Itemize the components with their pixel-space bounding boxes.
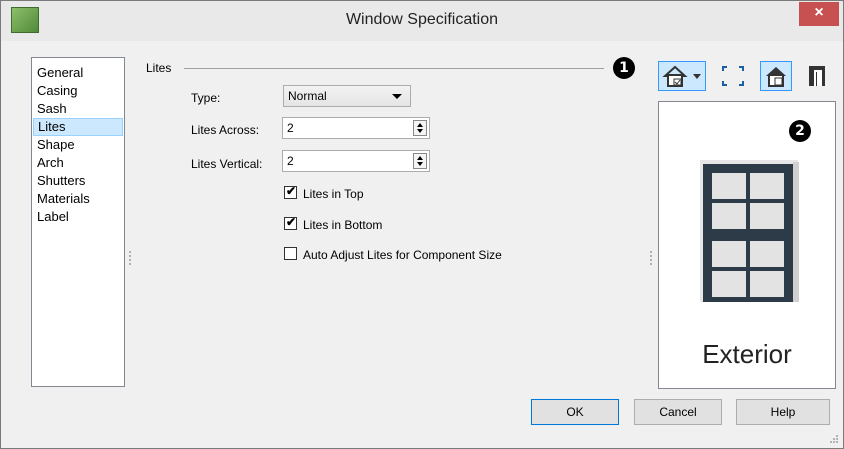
check-icon: ✔ [286,215,297,229]
splitter-handle-left[interactable] [129,251,133,265]
wall-opening-button[interactable] [802,61,834,91]
lites-group-label: Lites [146,61,172,75]
spin-up-icon [417,123,423,127]
lites-in-top-checkbox[interactable]: ✔ [284,184,297,199]
spin-down-icon [417,162,423,166]
lites-across-spinner[interactable] [413,120,427,136]
lites-vertical-input[interactable]: 2 [282,150,430,172]
window-title: Window Specification [345,11,499,28]
sidebar-item-materials[interactable]: Materials [33,190,123,208]
category-list: General Casing Sash Lites Shape Arch Shu… [31,57,125,387]
preview-pane: 2 Exterior [658,101,836,389]
sidebar-item-general[interactable]: General [33,64,123,82]
auto-adjust-label[interactable]: Auto Adjust Lites for Component Size [303,248,502,262]
chevron-down-icon [392,94,402,99]
dialog-window: Window Specification × General Casing Sa… [0,0,844,449]
color-preview-button[interactable] [760,61,792,91]
sidebar-item-casing[interactable]: Casing [33,82,123,100]
lites-vertical-spinner[interactable] [413,153,427,169]
color-preview-icon [766,67,786,87]
lites-vertical-label: Lites Vertical: [191,157,263,171]
wall-opening-icon [809,66,825,86]
sidebar-item-sash[interactable]: Sash [33,100,123,118]
lites-vertical-value: 2 [287,154,294,168]
fill-window-button[interactable] [718,61,750,91]
type-select-value: Normal [288,89,327,103]
help-button[interactable]: Help [736,399,830,425]
sidebar-item-shape[interactable]: Shape [33,136,123,154]
splitter-handle-right[interactable] [650,251,654,265]
sidebar-item-shutters[interactable]: Shutters [33,172,123,190]
spin-down-icon [417,129,423,133]
check-icon: ✔ [286,184,297,198]
lites-in-bottom-label[interactable]: Lites in Bottom [303,218,382,232]
lites-across-value: 2 [287,121,294,135]
type-select[interactable]: Normal [283,85,411,107]
group-divider [184,68,604,69]
cancel-button[interactable]: Cancel [634,399,722,425]
size-grip-icon[interactable] [829,434,839,444]
lites-across-label: Lites Across: [191,123,260,137]
view-direction-button[interactable] [658,61,706,91]
callout-1: 1 [613,57,635,79]
auto-adjust-checkbox[interactable] [284,247,297,260]
spin-up-icon [417,156,423,160]
sidebar-item-lites[interactable]: Lites [33,118,123,136]
fill-window-icon [722,66,744,86]
ok-button[interactable]: OK [531,399,619,425]
title-bar[interactable]: Window Specification × [1,1,843,41]
window-preview-image [700,160,799,302]
close-button[interactable]: × [799,2,839,26]
type-label: Type: [191,91,221,105]
lites-in-top-label[interactable]: Lites in Top [303,187,364,201]
view-direction-icon [662,65,701,87]
preview-caption: Exterior [702,339,792,369]
sidebar-item-label[interactable]: Label [33,208,123,226]
sidebar-item-arch[interactable]: Arch [33,154,123,172]
lites-across-input[interactable]: 2 [282,117,430,139]
lites-in-bottom-checkbox[interactable]: ✔ [284,215,297,230]
